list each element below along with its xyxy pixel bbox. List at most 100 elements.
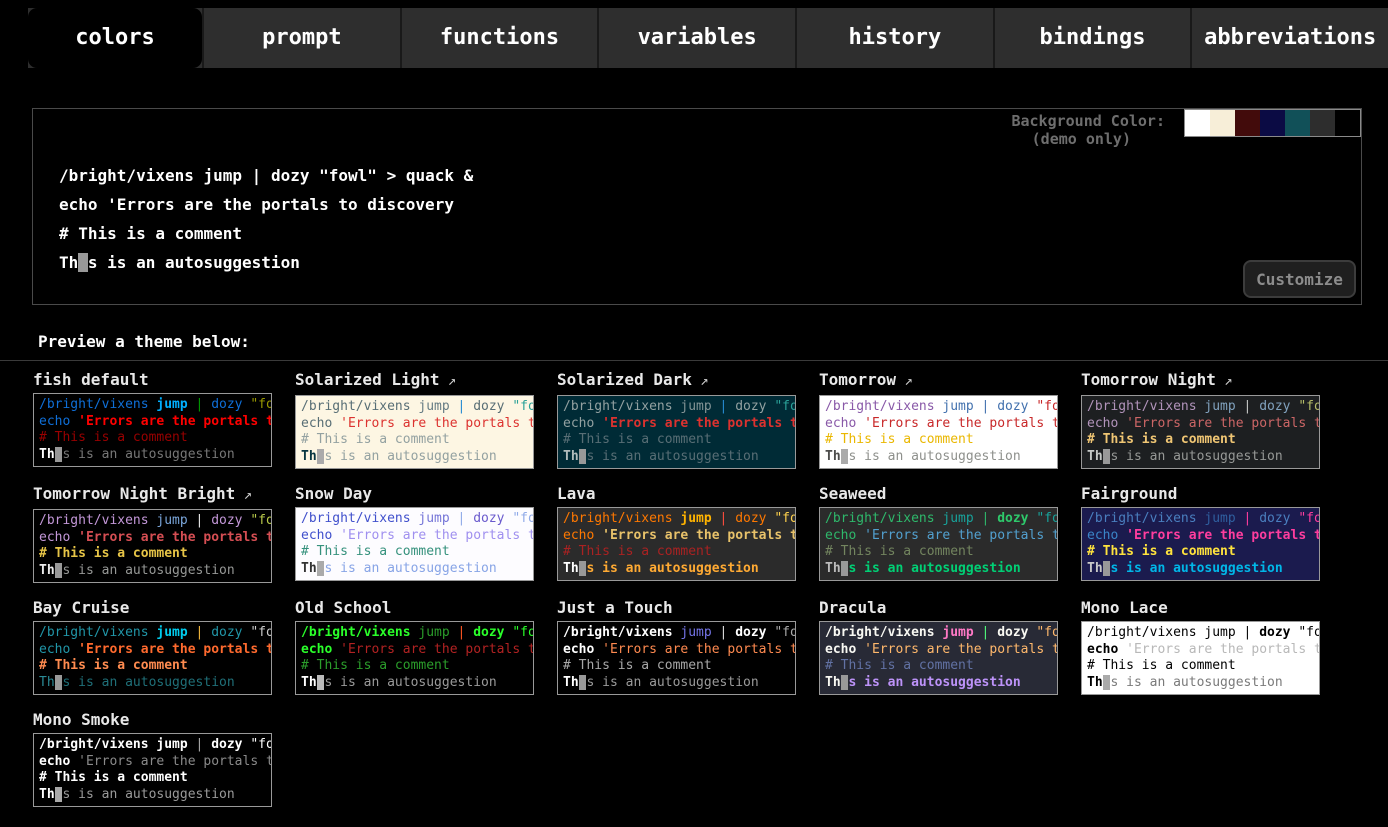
segment-error: 'Errors are the portals to discovery bbox=[864, 416, 1058, 431]
sample-line-4: This is an autosuggestion bbox=[563, 561, 790, 578]
segment-jump: jump bbox=[1204, 625, 1235, 640]
theme-preview-card-seaweed[interactable]: /bright/vixens jump | dozy "fowl" > quac… bbox=[819, 507, 1058, 581]
segment-space bbox=[974, 625, 982, 640]
segment-path: /bright/vixens bbox=[563, 625, 673, 640]
theme-title-lava: Lava bbox=[557, 484, 796, 503]
sample-line-1: /bright/vixens jump | dozy "fowl" > quac… bbox=[301, 399, 528, 416]
cursor-block: i bbox=[78, 253, 88, 272]
sample-line-2: echo 'Errors are the portals to discover… bbox=[1087, 528, 1314, 545]
bg-swatch-black[interactable] bbox=[1335, 110, 1360, 136]
theme-preview-card-just-a-touch[interactable]: /bright/vixens jump | dozy "fowl" > quac… bbox=[557, 621, 796, 695]
segment-dozy: dozy bbox=[271, 166, 310, 185]
tab-bindings[interactable]: bindings bbox=[993, 8, 1191, 68]
tab-colors[interactable]: colors bbox=[28, 8, 202, 68]
theme-preview-card-tomorrow-night-bright[interactable]: /bright/vixens jump | dozy "fowl" > quac… bbox=[33, 509, 272, 583]
segment-dozy: dozy bbox=[735, 511, 766, 526]
segment-redirect: > bbox=[387, 166, 397, 185]
theme-preview-card-fairground[interactable]: /bright/vixens jump | dozy "fowl" > quac… bbox=[1081, 507, 1320, 581]
segment-echo: echo bbox=[825, 528, 856, 543]
segment-quote: "fowl" bbox=[774, 399, 796, 414]
segment-space bbox=[450, 625, 458, 640]
theme-preview-card-dracula[interactable]: /bright/vixens jump | dozy "fowl" > quac… bbox=[819, 621, 1058, 695]
segment-space bbox=[450, 511, 458, 526]
segment-path: /bright/vixens bbox=[1087, 399, 1197, 414]
external-link-icon[interactable]: ↗ bbox=[440, 373, 457, 389]
segment-space bbox=[332, 416, 340, 431]
tab-variables[interactable]: variables bbox=[597, 8, 795, 68]
segment-space bbox=[309, 166, 319, 185]
theme-bay-cruise: Bay Cruise/bright/vixens jump | dozy "fo… bbox=[33, 598, 272, 695]
external-link-icon[interactable]: ↗ bbox=[1216, 373, 1233, 389]
customize-button[interactable]: Customize bbox=[1243, 260, 1356, 298]
sample-line-4: This is an autosuggestion bbox=[1087, 449, 1314, 466]
section-divider bbox=[0, 360, 1388, 361]
external-link-icon[interactable]: ↗ bbox=[896, 373, 913, 389]
segment-th: Th bbox=[563, 675, 579, 690]
segment-comment: # This is a comment bbox=[563, 658, 712, 673]
theme-preview-card-bay-cruise[interactable]: /bright/vixens jump | dozy "fowl" > quac… bbox=[33, 621, 272, 695]
theme-preview-card-solarized-dark[interactable]: /bright/vixens jump | dozy "fowl" > quac… bbox=[557, 395, 796, 469]
tab-history[interactable]: history bbox=[795, 8, 993, 68]
segment-dozy: dozy bbox=[473, 399, 504, 414]
segment-autosuggestion: s is an autosuggestion bbox=[88, 253, 300, 272]
sample-line-2: echo 'Errors are the portals to discover… bbox=[1087, 642, 1314, 659]
segment-jump: jump bbox=[156, 513, 187, 528]
segment-autosuggestion: s is an autosuggestion bbox=[62, 447, 234, 462]
segment-error: 'Errors are the portals to discovery bbox=[1126, 642, 1320, 657]
segment-path: /bright/vixens bbox=[39, 397, 149, 412]
segment-comment: # This is a comment bbox=[39, 430, 188, 445]
theme-preview-card-mono-smoke[interactable]: /bright/vixens jump | dozy "fowl" > quac… bbox=[33, 733, 272, 807]
theme-preview-card-fish-default[interactable]: /bright/vixens jump | dozy "fowl" > quac… bbox=[33, 393, 272, 467]
segment-space bbox=[332, 528, 340, 543]
theme-preview-card-tomorrow[interactable]: /bright/vixens jump | dozy "fowl" > quac… bbox=[819, 395, 1058, 469]
theme-preview-card-mono-lace[interactable]: /bright/vixens jump | dozy "fowl" > quac… bbox=[1081, 621, 1320, 695]
bg-swatch-navy[interactable] bbox=[1260, 110, 1285, 136]
sample-line-2: echo 'Errors are the portals to discover… bbox=[39, 754, 266, 771]
theme-preview-card-solarized-light[interactable]: /bright/vixens jump | dozy "fowl" > quac… bbox=[295, 395, 534, 469]
tab-prompt[interactable]: prompt bbox=[202, 8, 400, 68]
segment-echo: echo bbox=[301, 416, 332, 431]
bg-swatch-dark-red[interactable] bbox=[1235, 110, 1260, 136]
sample-line-1: /bright/vixens jump | dozy "fowl" > quac… bbox=[825, 625, 1052, 642]
bg-swatch-cream[interactable] bbox=[1210, 110, 1235, 136]
theme-preview-card-snow-day[interactable]: /bright/vixens jump | dozy "fowl" > quac… bbox=[295, 507, 534, 581]
bg-swatch-dark-gray[interactable] bbox=[1310, 110, 1335, 136]
segment-quote: "fowl" bbox=[250, 513, 272, 528]
theme-tomorrow-night: Tomorrow Night ↗/bright/vixens jump | do… bbox=[1081, 370, 1320, 469]
theme-preview-card-old-school[interactable]: /bright/vixens jump | dozy "fowl" > quac… bbox=[295, 621, 534, 695]
external-link-icon[interactable]: ↗ bbox=[235, 487, 252, 503]
bg-swatch-teal[interactable] bbox=[1285, 110, 1310, 136]
segment-autosuggestion: s is an autosuggestion bbox=[848, 561, 1020, 576]
terminal-sample-preview: /bright/vixens jump | dozy "fowl" > quac… bbox=[59, 161, 473, 277]
segment-space bbox=[856, 642, 864, 657]
theme-preview-card-lava[interactable]: /bright/vixens jump | dozy "fowl" > quac… bbox=[557, 507, 796, 581]
external-link-icon[interactable]: ↗ bbox=[692, 373, 709, 389]
segment-autosuggestion: s is an autosuggestion bbox=[586, 449, 758, 464]
segment-th: Th bbox=[301, 449, 317, 464]
segment-comment: # This is a comment bbox=[301, 658, 450, 673]
segment-echo: echo bbox=[301, 642, 332, 657]
theme-title-tomorrow-night-bright: Tomorrow Night Bright ↗ bbox=[33, 484, 272, 505]
tab-functions[interactable]: functions bbox=[400, 8, 598, 68]
bg-swatch-white[interactable] bbox=[1185, 110, 1210, 136]
segment-quote: "fowl" bbox=[1036, 399, 1058, 414]
segment-error: 'Errors are the portals to discovery bbox=[107, 195, 454, 214]
sample-line-1: /bright/vixens jump | dozy "fowl" > quac… bbox=[1087, 511, 1314, 528]
segment-autosuggestion: s is an autosuggestion bbox=[1110, 449, 1282, 464]
sample-line-2: echo 'Errors are the portals to discover… bbox=[301, 416, 528, 433]
segment-echo: echo bbox=[563, 642, 594, 657]
segment-dozy: dozy bbox=[211, 737, 242, 752]
theme-preview-card-tomorrow-night[interactable]: /bright/vixens jump | dozy "fowl" > quac… bbox=[1081, 395, 1320, 469]
segment-space bbox=[188, 513, 196, 528]
segment-comment: # This is a comment bbox=[39, 770, 188, 785]
sample-line-2: echo 'Errors are the portals to discover… bbox=[301, 642, 528, 659]
segment-autosuggestion: s is an autosuggestion bbox=[324, 675, 496, 690]
segment-error: 'Errors are the portals to discovery bbox=[340, 528, 534, 543]
segment-th: Th bbox=[825, 561, 841, 576]
tab-abbreviations[interactable]: abbreviations bbox=[1190, 8, 1388, 68]
sample-line-1: /bright/vixens jump | dozy "fowl" > quac… bbox=[1087, 625, 1314, 642]
segment-space bbox=[454, 166, 464, 185]
segment-quote: "fowl" bbox=[1298, 625, 1320, 640]
segment-th: Th bbox=[39, 675, 55, 690]
sample-line-1: /bright/vixens jump | dozy "fowl" > quac… bbox=[301, 511, 528, 528]
